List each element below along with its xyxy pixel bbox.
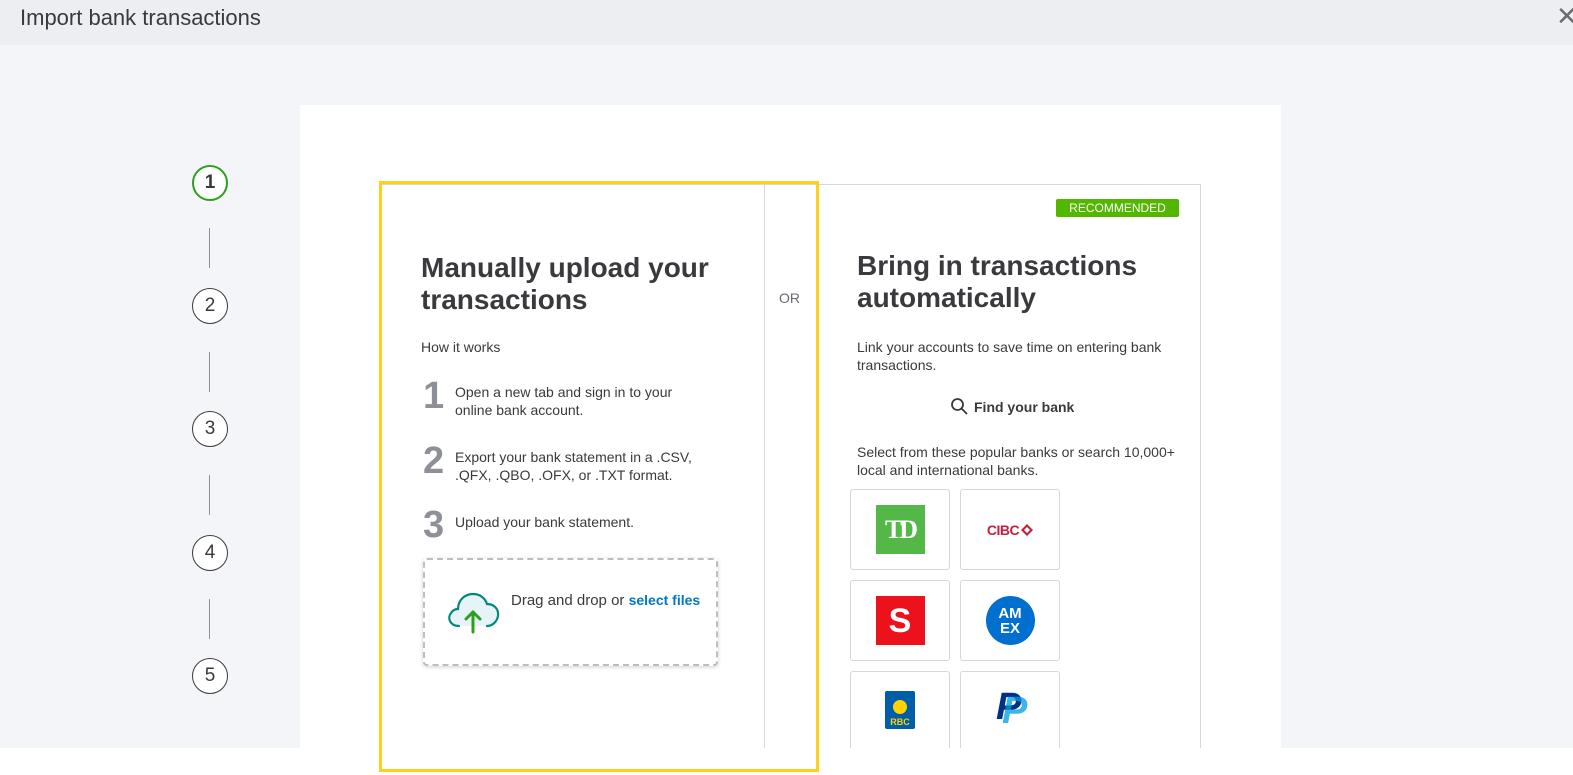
auto-import-description: Link your accounts to save time on enter… xyxy=(857,339,1162,373)
dropzone-label: Drag and drop or xyxy=(511,592,625,609)
bank-tile-amex[interactable]: AM EX xyxy=(960,580,1060,661)
close-icon[interactable]: ✕ xyxy=(1556,2,1573,30)
auto-import-title: Bring in transactions automatically xyxy=(857,250,1138,313)
step-connector xyxy=(209,228,210,268)
step-1-indicator: 1 xyxy=(192,165,228,201)
or-separator: OR xyxy=(779,290,800,306)
instruction-text: Export your bank statement in a .CSV, .Q… xyxy=(455,449,692,483)
cibc-logo: CIBC xyxy=(987,522,1034,538)
bank-tile-scotiabank[interactable]: S xyxy=(850,580,950,661)
amex-logo: AM EX xyxy=(985,596,1035,645)
panel-divider xyxy=(764,184,765,748)
step-3-indicator: 3 xyxy=(192,411,228,447)
search-icon xyxy=(950,397,968,418)
instruction-text: Upload your bank statement. xyxy=(455,514,634,530)
manual-upload-title: Manually upload your transactions xyxy=(421,252,709,315)
bank-tile-paypal[interactable]: P P xyxy=(960,671,1060,748)
step-connector xyxy=(209,352,210,392)
find-bank-button[interactable]: Find your bank xyxy=(950,397,1074,417)
step-connector xyxy=(209,475,210,515)
instruction-number: 1 xyxy=(423,375,445,417)
title-bar: Import bank transactions ✕ xyxy=(0,0,1573,45)
recommended-badge: RECOMMENDED xyxy=(1056,199,1179,217)
td-logo: TD xyxy=(875,505,925,554)
bank-tile-cibc[interactable]: CIBC xyxy=(960,489,1060,570)
find-bank-label: Find your bank xyxy=(974,399,1075,415)
scotiabank-logo: S xyxy=(875,596,925,645)
popular-banks-description: Select from these popular banks or searc… xyxy=(857,444,1175,478)
select-files-link[interactable]: select files xyxy=(629,592,701,608)
bank-tile-td[interactable]: TD xyxy=(850,489,950,570)
bottom-strip xyxy=(0,748,1573,775)
step-2-indicator: 2 xyxy=(192,288,228,324)
step-connector xyxy=(209,599,210,639)
step-5-indicator: 5 xyxy=(192,658,228,694)
cloud-upload-icon xyxy=(445,588,501,641)
instruction-number: 2 xyxy=(423,440,445,482)
instruction-number: 3 xyxy=(423,504,445,546)
paypal-logo: P P xyxy=(996,686,1028,732)
how-it-works-label: How it works xyxy=(421,339,501,355)
dropzone-text: Drag and drop or select files xyxy=(511,584,711,617)
rbc-logo: RBC xyxy=(885,691,915,729)
step-4-indicator: 4 xyxy=(192,535,228,571)
bank-tile-rbc[interactable]: RBC xyxy=(850,671,950,748)
dialog-title: Import bank transactions xyxy=(20,5,261,30)
instruction-text: Open a new tab and sign in to your onlin… xyxy=(455,384,673,418)
file-dropzone[interactable]: Drag and drop or select files xyxy=(423,558,718,666)
